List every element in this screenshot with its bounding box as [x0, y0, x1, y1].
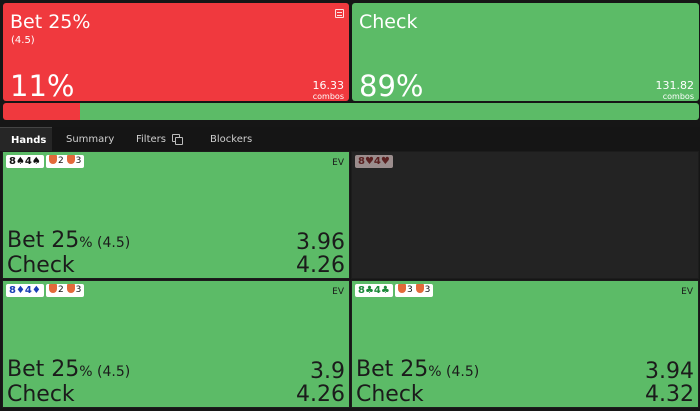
action-name: Check — [359, 11, 418, 33]
row-label: Check — [7, 382, 75, 407]
action-combos: 131.82 — [655, 79, 695, 92]
action-frequency: 89% — [359, 69, 424, 103]
row-size: % (4.5) — [79, 235, 131, 251]
ev-value: 4.32 — [645, 382, 694, 407]
hand-cell[interactable]: 8♦4♦ 2 3 EV Bet 25% (4.5) 3.9 Check 4.26 — [2, 280, 350, 408]
bet-frequency-segment — [3, 103, 80, 120]
ev-row-check: Check 4.32 — [356, 383, 694, 407]
badge-count: 2 — [58, 156, 64, 166]
row-label: Bet 25 — [356, 357, 429, 382]
hand-label: 8♥4♥ — [355, 155, 393, 168]
hand-label: 8♠4♠ — [6, 155, 44, 168]
row-size: % (4.5) — [79, 364, 131, 380]
check-frequency-segment — [79, 103, 699, 120]
shield-icon — [415, 284, 424, 293]
tab-blockers[interactable]: Blockers — [210, 127, 252, 151]
ev-row-bet: Bet 25% (4.5) 3.96 — [7, 228, 345, 255]
action-size: (4.5) — [11, 35, 35, 46]
strategy-frequency-bar — [3, 103, 699, 120]
row-label: Bet 25 — [7, 357, 80, 382]
action-frequency: 11% — [10, 69, 75, 103]
hand-cell[interactable]: 8♠4♠ 2 3 EV Bet 25% (4.5) 3.96 Check 4.2… — [2, 151, 350, 279]
action-name: Bet 25% — [10, 11, 91, 33]
blocker-badges: 2 3 — [46, 284, 85, 297]
ev-row-bet: Bet 25% (4.5) 3.9 — [7, 357, 345, 384]
blocker-badges: 2 3 — [46, 155, 85, 168]
ev-label: EV — [681, 287, 693, 297]
ev-row-check: Check 4.26 — [7, 254, 345, 278]
tab-filters[interactable]: Filters — [136, 127, 183, 151]
badge-count: 3 — [75, 285, 82, 295]
ev-label: EV — [332, 287, 344, 297]
row-label: Check — [356, 382, 424, 407]
ev-label: EV — [332, 158, 344, 168]
ev-value: 4.26 — [296, 382, 345, 407]
shield-icon — [66, 284, 75, 293]
badge-count: 3 — [407, 285, 413, 295]
hand-cell[interactable]: 8♥4♥ — [351, 151, 699, 279]
blocker-badges: 3 3 — [395, 284, 434, 297]
tab-label: Blockers — [210, 134, 253, 145]
row-label: Check — [7, 253, 75, 278]
shield-icon — [49, 155, 57, 164]
hand-cell[interactable]: 8♣4♣ 3 3 EV Bet 25% (4.5) 3.94 Check 4.3… — [351, 280, 699, 408]
row-label: Bet 25 — [7, 228, 80, 253]
tab-summary[interactable]: Summary — [66, 127, 114, 151]
hand-label: 8♦4♦ — [6, 284, 44, 297]
ev-row-bet: Bet 25% (4.5) 3.94 — [356, 357, 694, 384]
ev-value: 3.9 — [310, 359, 345, 384]
shield-icon — [66, 155, 75, 164]
ev-value: 3.94 — [645, 359, 694, 384]
shield-icon — [49, 284, 57, 293]
tab-label: Filters — [136, 134, 166, 145]
tab-label: Summary — [66, 134, 115, 145]
tab-label: Hands — [11, 135, 47, 146]
shield-icon — [398, 284, 406, 293]
combos-label: combos — [662, 92, 694, 101]
tab-bar: Hands Summary Filters Blockers — [0, 127, 700, 151]
ev-value: 3.96 — [296, 230, 345, 255]
ev-value: 4.26 — [296, 253, 345, 278]
action-combos: 16.33 — [312, 79, 345, 92]
bet-25-action-card[interactable]: Bet 25% (4.5) 11% 16.33 combos — [3, 3, 349, 103]
copy-icon[interactable] — [171, 134, 183, 145]
badge-count: 3 — [75, 156, 82, 166]
badge-count: 3 — [424, 285, 431, 295]
combos-label: combos — [312, 92, 344, 101]
tab-hands[interactable]: Hands — [0, 127, 52, 151]
check-action-card[interactable]: Check 89% 131.82 combos — [352, 3, 699, 103]
badge-count: 2 — [58, 285, 64, 295]
list-icon[interactable] — [335, 9, 344, 18]
row-size: % (4.5) — [428, 364, 480, 380]
ev-row-check: Check 4.26 — [7, 383, 345, 407]
hand-label: 8♣4♣ — [355, 284, 393, 297]
